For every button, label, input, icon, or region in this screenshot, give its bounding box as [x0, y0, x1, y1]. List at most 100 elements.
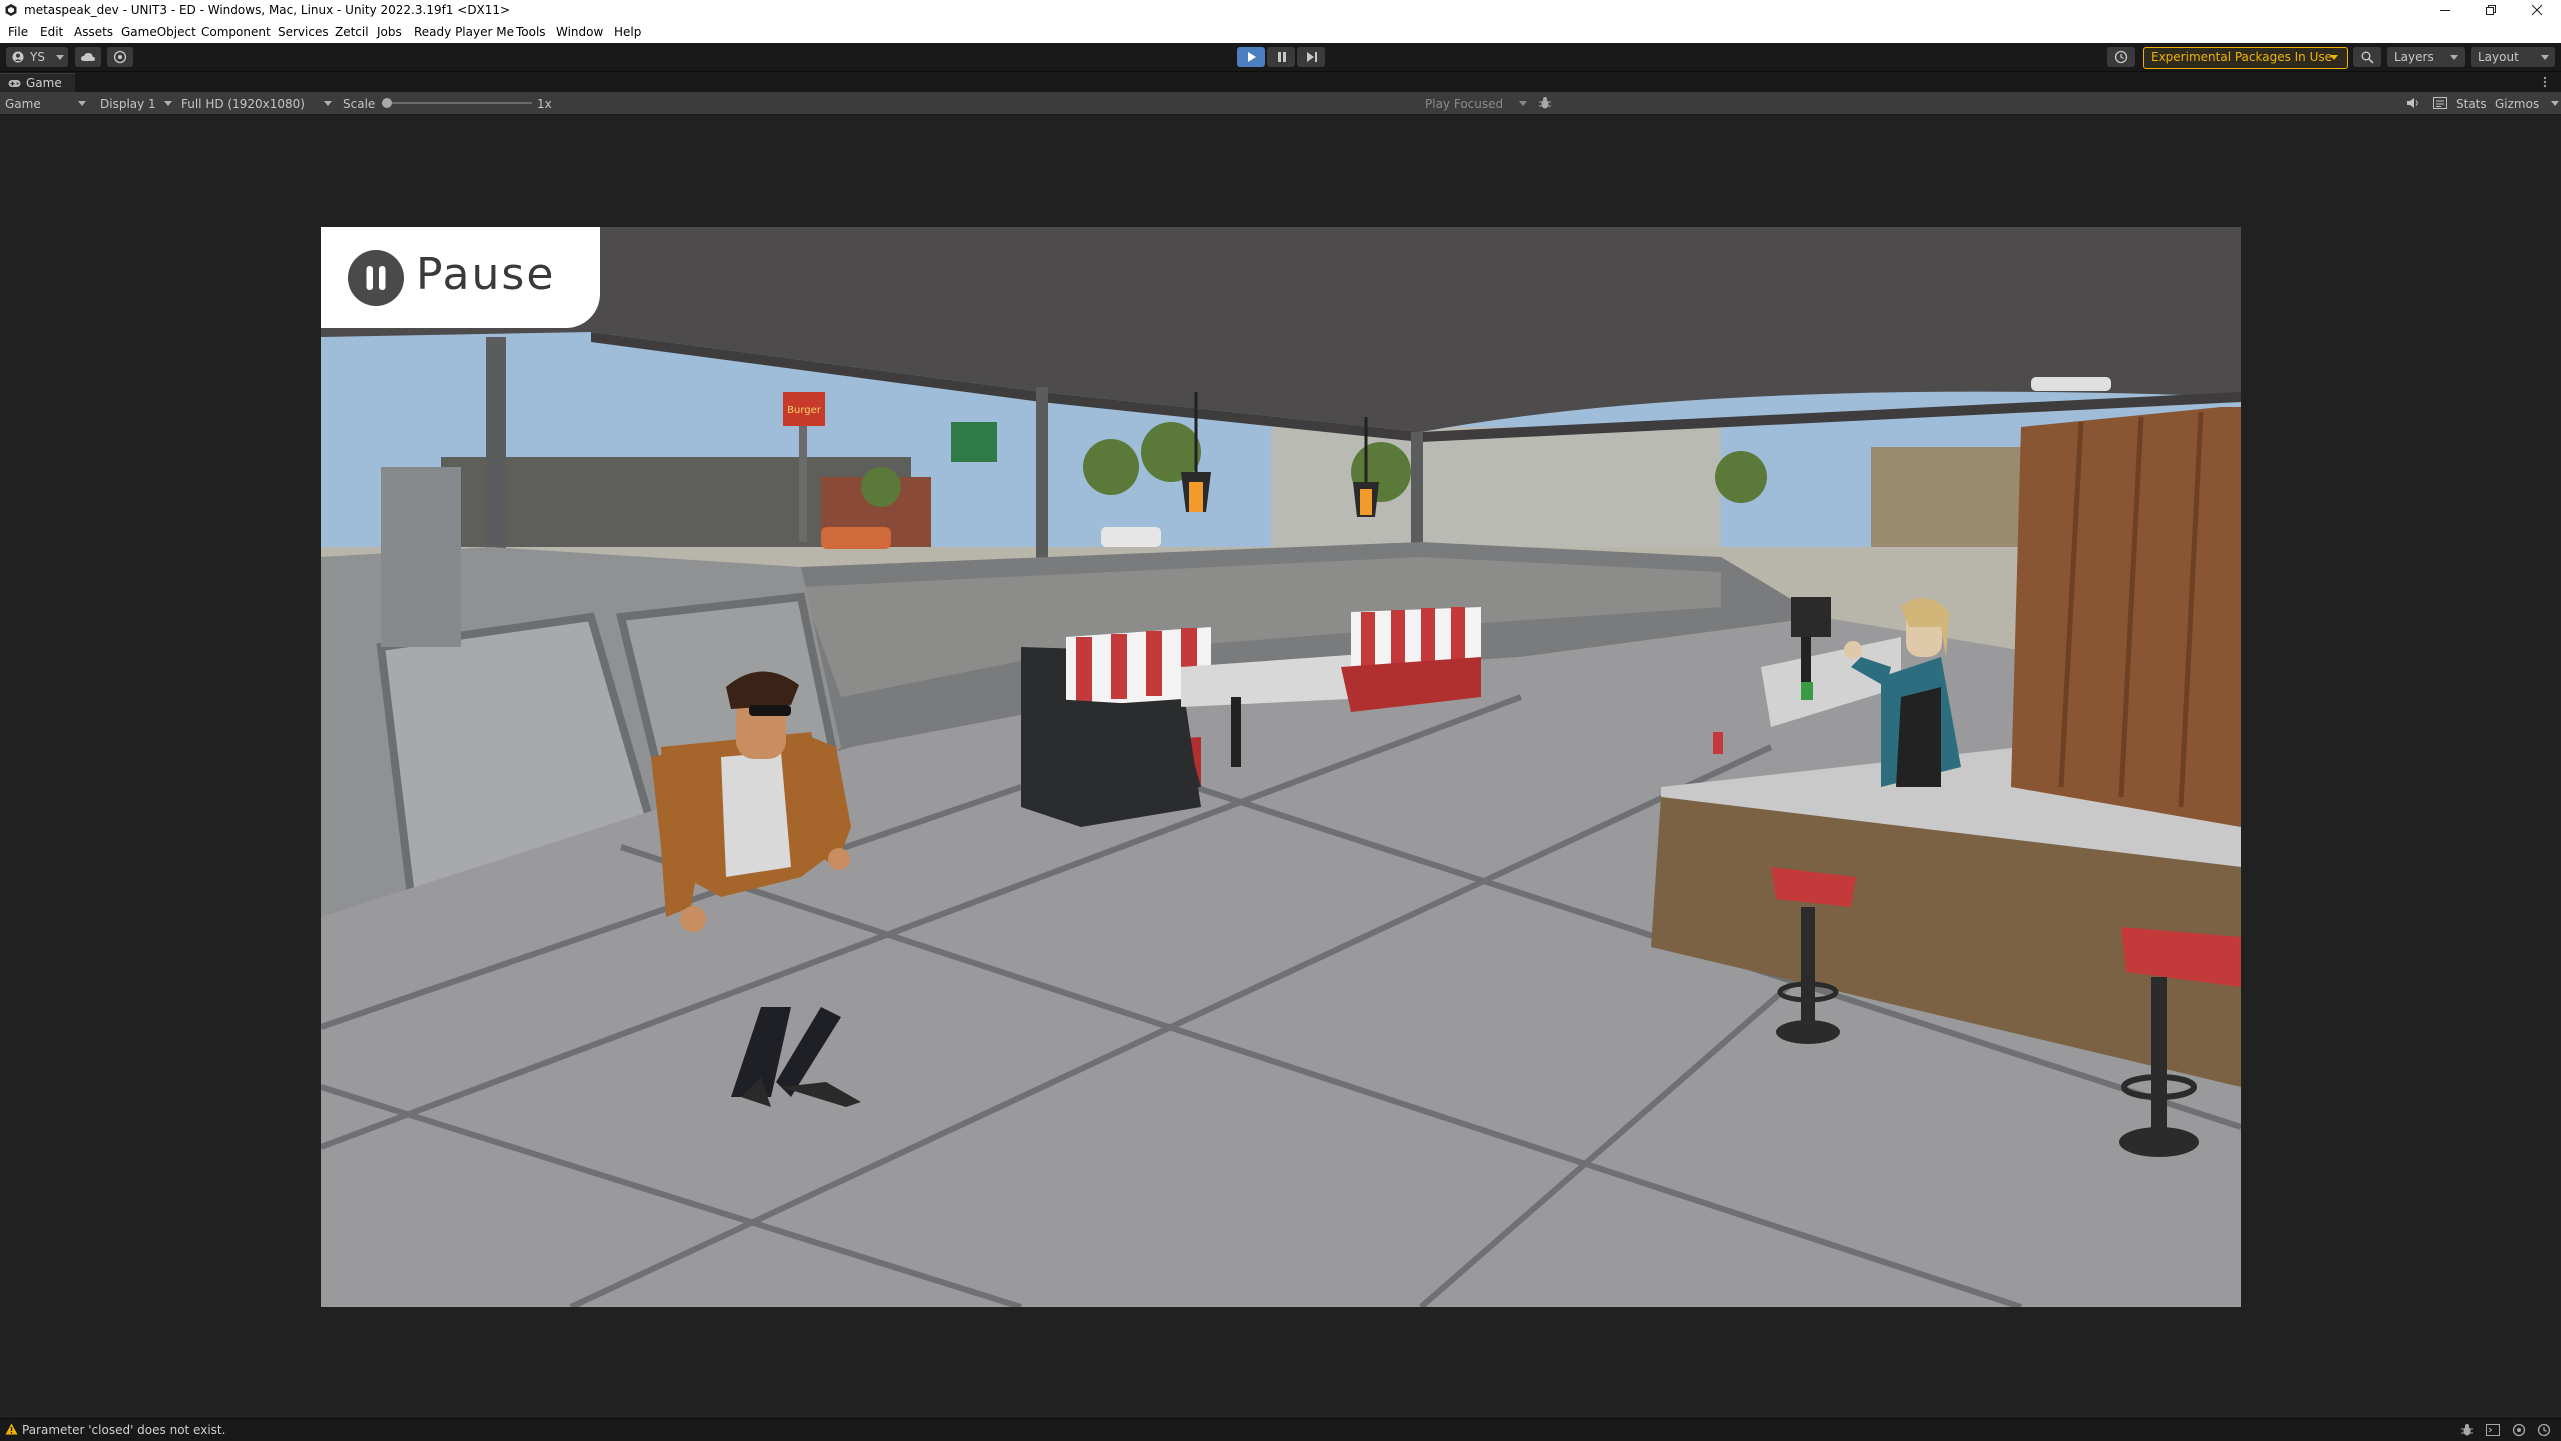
history-icon — [2114, 50, 2128, 64]
search-button[interactable] — [2353, 47, 2381, 67]
maximize-button[interactable] — [2468, 0, 2514, 21]
menu-services[interactable]: Services — [278, 25, 329, 39]
menu-assets[interactable]: Assets — [74, 25, 113, 39]
collab-button[interactable] — [107, 47, 133, 67]
road-sign — [951, 422, 997, 462]
pause-button-overlay[interactable]: Pause — [321, 227, 600, 328]
condiment — [1713, 732, 1723, 754]
step-icon — [1307, 52, 1317, 62]
stats-button[interactable]: Stats — [2456, 97, 2487, 111]
play-focus-select[interactable]: Play Focused — [1420, 92, 1530, 114]
chevron-down-icon — [1519, 101, 1527, 106]
resolution-label: Full HD (1920x1080) — [181, 97, 305, 111]
pause-icon — [1278, 52, 1286, 62]
collab-icon — [113, 50, 127, 64]
scale-slider[interactable] — [382, 98, 532, 108]
menu-gameobject[interactable]: GameObject — [121, 25, 196, 39]
menu-zetcil[interactable]: Zetcil — [335, 25, 369, 39]
gizmos-label: Gizmos — [2495, 97, 2540, 111]
tab-game[interactable]: Game — [0, 73, 75, 93]
close-icon — [2531, 4, 2543, 16]
bug-icon[interactable] — [2460, 1423, 2474, 1437]
bug-icon[interactable] — [1538, 96, 1552, 110]
chevron-down-icon — [164, 101, 172, 106]
diner-scene: Burger — [321, 227, 2241, 1307]
warning-icon — [5, 1423, 18, 1435]
minimize-icon — [2440, 10, 2450, 11]
console-icon[interactable] — [2486, 1423, 2500, 1437]
menu-window[interactable]: Window — [556, 25, 603, 39]
game-mode-select[interactable]: Game — [0, 92, 90, 114]
diner-booth — [1341, 607, 1481, 712]
menu-tools[interactable]: Tools — [516, 25, 546, 39]
scale-label: Scale — [343, 97, 376, 111]
mute-icon[interactable] — [2406, 97, 2420, 109]
chevron-down-icon — [324, 101, 332, 106]
ceiling-light — [2031, 377, 2111, 391]
play-button[interactable] — [1237, 47, 1265, 67]
menu-dots-icon[interactable] — [2540, 76, 2550, 88]
cloud-icon — [81, 52, 95, 61]
play-icon — [1248, 52, 1256, 62]
pause-button[interactable] — [1267, 47, 1295, 67]
experimental-packages-label: Experimental Packages In Use — [2151, 50, 2333, 64]
cloud-button[interactable] — [75, 47, 101, 67]
status-bar: Parameter 'closed' does not exist. — [0, 1418, 2561, 1441]
menu-jobs[interactable]: Jobs — [377, 25, 402, 39]
unity-logo-icon — [5, 4, 17, 16]
gamepad-icon — [8, 80, 21, 87]
pause-label: Pause — [416, 249, 556, 300]
chevron-down-icon — [2330, 55, 2338, 60]
layers-dropdown[interactable]: Layers — [2387, 47, 2465, 67]
display-label: Display 1 — [100, 97, 156, 111]
search-icon — [2361, 51, 2374, 64]
menu-ready-player-me[interactable]: Ready Player Me — [414, 25, 514, 39]
stats-icon[interactable] — [2433, 97, 2447, 109]
display-select[interactable]: Display 1 — [96, 92, 176, 114]
maximize-icon — [2486, 5, 2496, 15]
account-label: YS — [30, 50, 45, 64]
history-icon[interactable] — [2537, 1423, 2551, 1437]
wood-wall — [2011, 407, 2241, 827]
game-view-toolbar: Game Display 1 Full HD (1920x1080) Scale… — [0, 92, 2561, 115]
close-button[interactable] — [2514, 0, 2560, 21]
scale-value: 1x — [537, 97, 552, 111]
scale-slider-thumb[interactable] — [382, 98, 392, 108]
pause-circle-icon — [348, 250, 404, 306]
resolution-select[interactable]: Full HD (1920x1080) — [176, 92, 336, 114]
menu-bar: File Edit Assets GameObject Component Se… — [0, 21, 2561, 43]
game-mode-label: Game — [5, 97, 41, 111]
chevron-down-icon — [2450, 55, 2458, 60]
burger-sign-text: Burger — [787, 405, 822, 416]
main-toolbar: YS Experimental Packages In Use Layers L… — [0, 43, 2561, 72]
step-button[interactable] — [1297, 47, 1325, 67]
menu-edit[interactable]: Edit — [40, 25, 63, 39]
menu-component[interactable]: Component — [201, 25, 271, 39]
experimental-packages-dropdown[interactable]: Experimental Packages In Use — [2143, 47, 2348, 69]
tab-strip — [0, 72, 2561, 92]
cash-register — [1791, 597, 1831, 637]
car — [1101, 527, 1161, 547]
tab-game-label: Game — [26, 76, 62, 90]
account-dropdown[interactable]: YS — [6, 47, 68, 67]
account-icon — [12, 51, 24, 63]
scale-slider-track — [382, 102, 532, 104]
car — [821, 527, 891, 549]
gizmos-dropdown[interactable]: Gizmos — [2492, 92, 2560, 114]
history-button[interactable] — [2107, 47, 2135, 67]
play-focus-label: Play Focused — [1425, 97, 1504, 111]
condiment — [1801, 682, 1813, 700]
menu-file[interactable]: File — [8, 25, 28, 39]
wall-panel — [381, 467, 461, 647]
chevron-down-icon — [56, 55, 64, 60]
layout-label: Layout — [2478, 50, 2519, 64]
collab-icon[interactable] — [2512, 1423, 2526, 1437]
window-title-bar: metaspeak_dev - UNIT3 - ED - Windows, Ma… — [0, 0, 2561, 21]
layout-dropdown[interactable]: Layout — [2471, 47, 2555, 67]
menu-help[interactable]: Help — [614, 25, 641, 39]
chevron-down-icon — [78, 101, 86, 106]
game-viewport[interactable]: Burger Pause — [321, 227, 2241, 1307]
chevron-down-icon — [2551, 101, 2559, 106]
status-message[interactable]: Parameter 'closed' does not exist. — [22, 1423, 225, 1437]
minimize-button[interactable] — [2422, 0, 2468, 21]
